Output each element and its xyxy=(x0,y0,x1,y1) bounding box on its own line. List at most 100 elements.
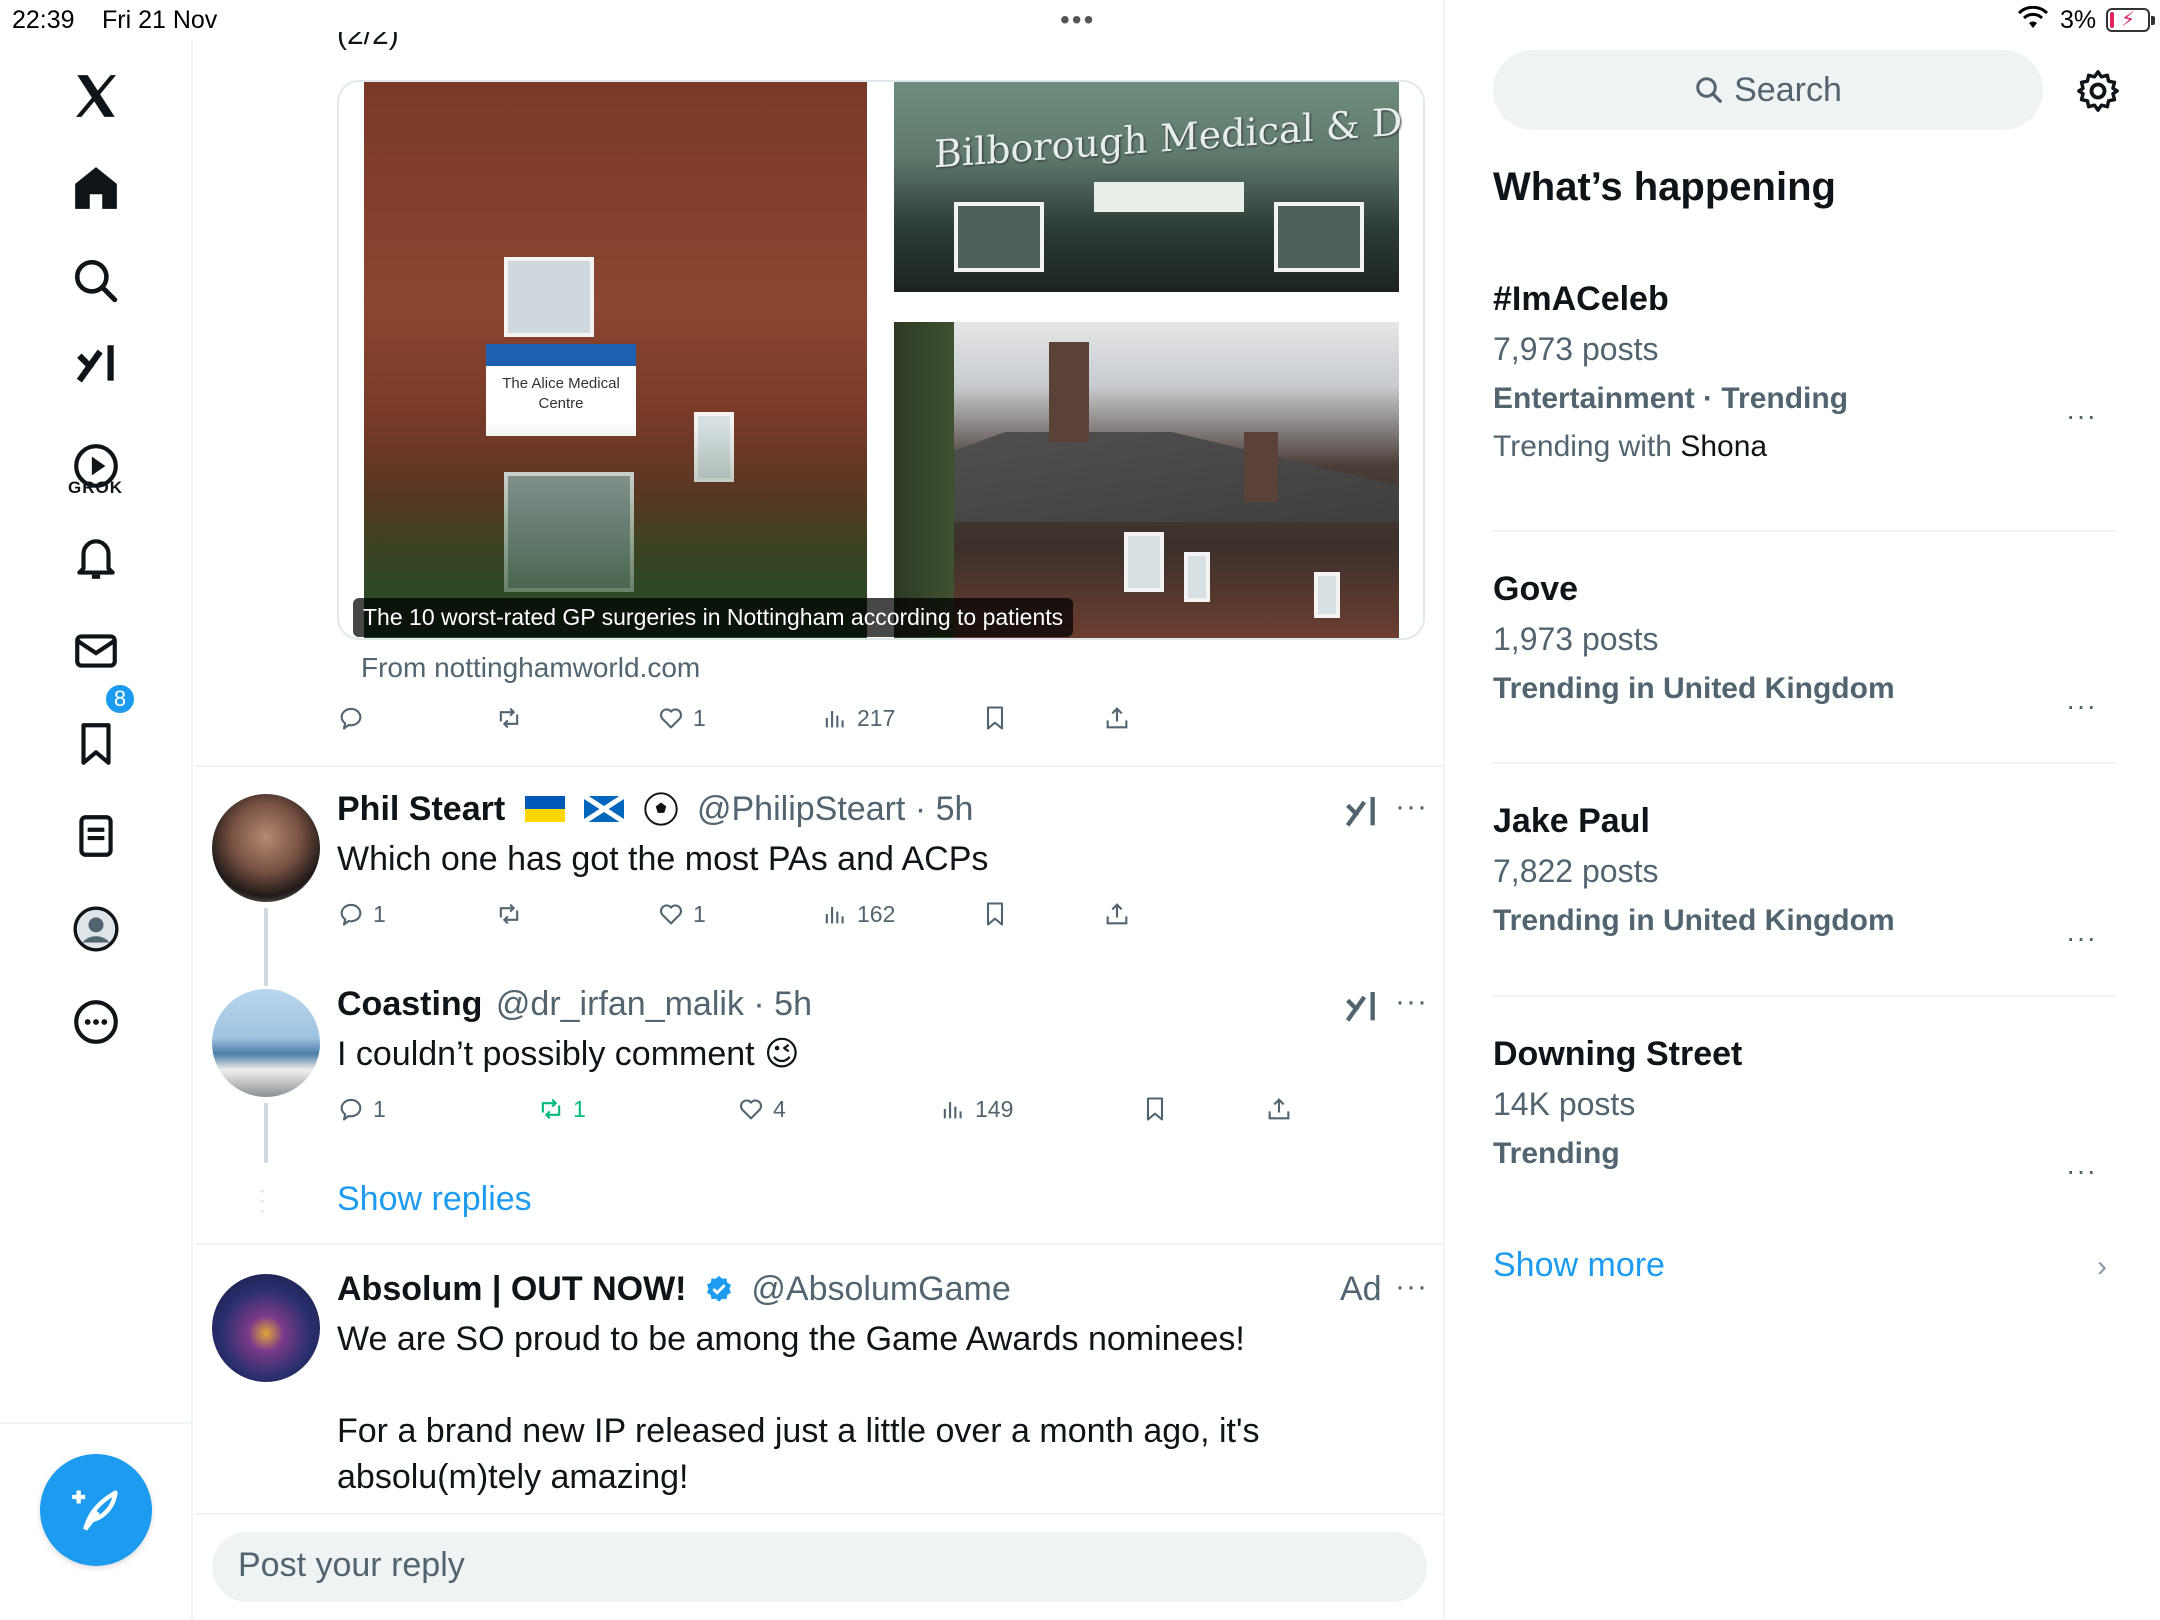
views-button[interactable]: 162 xyxy=(821,900,895,928)
reply-button[interactable] xyxy=(337,704,373,732)
gear-icon[interactable] xyxy=(2075,68,2121,114)
mail-icon[interactable] xyxy=(60,615,132,687)
video-icon[interactable] xyxy=(60,430,132,502)
bookmark-icon xyxy=(986,902,1004,926)
trend-context: Trending in United Kingdom xyxy=(1493,904,1895,937)
trend-with: Trending with Shona xyxy=(1493,430,1768,463)
trend-item[interactable]: Jake Paul 7,822 posts Trending in United… xyxy=(1493,802,2115,953)
chevron-right-icon[interactable]: › xyxy=(2097,1250,2107,1284)
thread-line xyxy=(264,908,268,986)
heart-icon xyxy=(659,904,683,925)
share-button[interactable] xyxy=(1103,900,1131,928)
bookmark-button[interactable] xyxy=(981,900,1009,928)
repost-button[interactable] xyxy=(495,900,531,928)
search-icon[interactable] xyxy=(60,245,132,317)
trend-more-icon[interactable]: ··· xyxy=(2066,690,2097,722)
trend-more-icon[interactable]: ··· xyxy=(2066,400,2097,432)
grok-icon[interactable] xyxy=(60,328,132,400)
views-icon xyxy=(825,711,844,728)
bookmark-button[interactable] xyxy=(981,704,1009,732)
verified-badge-icon xyxy=(706,1275,731,1302)
avatar[interactable] xyxy=(212,794,320,902)
compose-button[interactable] xyxy=(40,1454,152,1566)
show-replies-link[interactable]: Show replies xyxy=(337,1180,532,1219)
divider xyxy=(1493,530,2115,532)
views-button[interactable]: 149 xyxy=(939,1095,1013,1123)
tweet-time[interactable]: 5h xyxy=(774,985,812,1023)
more-options-icon[interactable]: ··· xyxy=(1395,1270,1428,1304)
lists-icon[interactable] xyxy=(60,800,132,872)
x-logo-icon[interactable] xyxy=(60,60,132,132)
trend-more-icon[interactable]: ··· xyxy=(2066,922,2097,954)
bookmark-icon xyxy=(1146,1097,1164,1121)
ukraine-flag-icon xyxy=(524,796,565,822)
right-sidebar: Search What’s happening #ImACeleb 7,973 … xyxy=(1447,40,2160,1620)
tweet-text: Which one has got the most PAs and ACPs xyxy=(337,840,989,878)
tweet-header: Coasting @dr_irfan_malik · 5h xyxy=(337,985,812,1023)
avatar[interactable] xyxy=(212,1274,320,1382)
tweet-actions: 1 217 xyxy=(337,704,1337,744)
home-icon[interactable] xyxy=(60,152,132,224)
author-handle[interactable]: @AbsolumGame xyxy=(751,1270,1010,1308)
like-button[interactable]: 4 xyxy=(737,1095,786,1123)
search-icon xyxy=(1696,77,1722,103)
reply-icon xyxy=(340,903,362,926)
search-input[interactable]: Search xyxy=(1493,50,2043,130)
divider xyxy=(1493,762,2115,764)
views-icon xyxy=(943,1102,962,1119)
reply-icon xyxy=(340,707,362,730)
tweet-time[interactable]: 5h xyxy=(936,790,974,828)
more-icon[interactable] xyxy=(60,986,132,1058)
grok-icon[interactable] xyxy=(1341,987,1381,1027)
more-options-icon[interactable]: ··· xyxy=(1395,790,1428,824)
wifi-icon xyxy=(2017,5,2049,37)
views-button[interactable]: 217 xyxy=(821,704,895,732)
football-icon xyxy=(643,792,678,826)
card-caption: The 10 worst-rated GP surgeries in Notti… xyxy=(353,598,1074,637)
like-button[interactable]: 1 xyxy=(657,900,706,928)
share-button[interactable] xyxy=(1103,704,1131,732)
scotland-flag-icon xyxy=(584,796,625,822)
reply-button[interactable]: 1 xyxy=(337,1095,386,1123)
bookmark-button[interactable] xyxy=(1141,1095,1169,1123)
trend-context: Trending in United Kingdom xyxy=(1493,672,1895,705)
card-source[interactable]: From nottinghamworld.com xyxy=(361,652,700,684)
ad-label: Ad xyxy=(1340,1270,1382,1308)
heart-icon xyxy=(739,1099,763,1120)
tweet-header: Phil Steart @PhilipSteart · 5h xyxy=(337,790,974,828)
trend-context: Trending xyxy=(1493,1137,1620,1170)
repost-button[interactable]: 1 xyxy=(537,1095,586,1123)
link-card[interactable]: The Alice Medical Centre Bilborough Medi… xyxy=(337,80,1425,640)
like-button[interactable]: 1 xyxy=(657,704,706,732)
bookmark-icon[interactable] xyxy=(60,708,132,780)
reply-button[interactable]: 1 xyxy=(337,900,386,928)
grok-icon[interactable] xyxy=(1341,792,1381,832)
author-name[interactable]: Phil Steart xyxy=(337,790,505,828)
author-name[interactable]: Absolum | OUT NOW! xyxy=(337,1270,686,1308)
tweet-text: For a brand new IP released just a littl… xyxy=(337,1412,1260,1496)
share-button[interactable] xyxy=(1265,1095,1293,1123)
more-options-icon[interactable]: ··· xyxy=(1395,985,1428,1019)
card-photo-house xyxy=(894,322,1399,638)
reply-input[interactable]: Post your reply xyxy=(212,1532,1427,1602)
repost-icon xyxy=(499,707,519,729)
trend-item[interactable]: Gove 1,973 posts Trending in United King… xyxy=(1493,570,2115,721)
author-handle[interactable]: @dr_irfan_malik xyxy=(496,985,744,1023)
trend-posts: 7,973 posts xyxy=(1493,331,1659,367)
search-placeholder: Search xyxy=(1734,70,1842,109)
tweet-actions: 1 1 4 149 xyxy=(337,1095,1337,1135)
profile-icon[interactable] xyxy=(60,893,132,965)
author-name[interactable]: Coasting xyxy=(337,985,482,1023)
bell-icon[interactable] xyxy=(60,522,132,594)
tweet-text: We are SO proud to be among the Game Awa… xyxy=(337,1320,1245,1358)
divider xyxy=(195,1513,1443,1515)
repost-button[interactable] xyxy=(495,704,531,732)
trend-more-icon[interactable]: ··· xyxy=(2066,1155,2097,1187)
trend-item[interactable]: Downing Street 14K posts Trending ··· xyxy=(1493,1035,2115,1186)
author-handle[interactable]: @PhilipSteart xyxy=(697,790,905,828)
trend-item[interactable]: #ImACeleb 7,973 posts Entertainment · Tr… xyxy=(1493,280,2115,464)
show-more-link[interactable]: Show more xyxy=(1493,1246,1665,1285)
thread-line xyxy=(264,1103,268,1163)
trend-name: Downing Street xyxy=(1493,1035,1743,1073)
avatar[interactable] xyxy=(212,989,320,1097)
